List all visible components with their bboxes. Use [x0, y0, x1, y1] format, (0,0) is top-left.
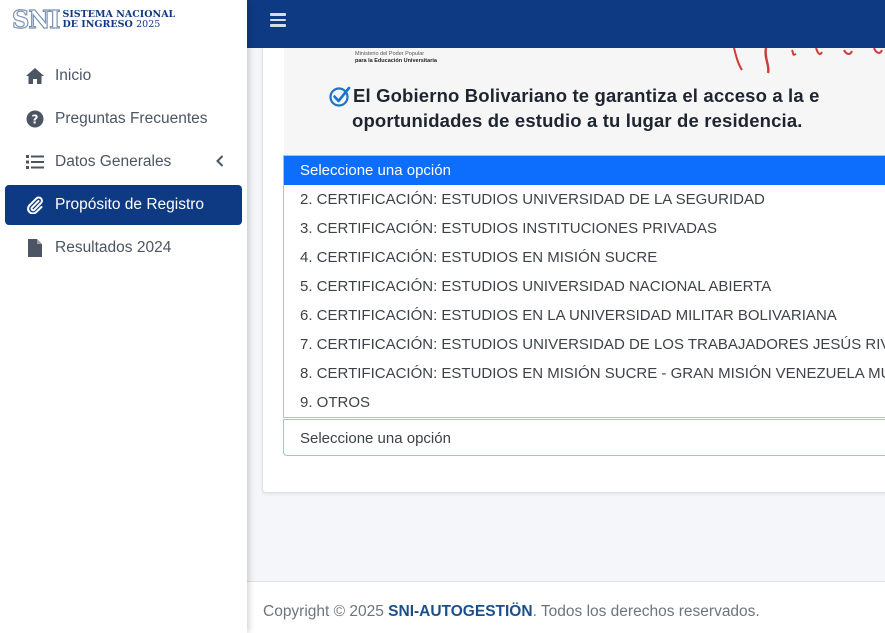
home-icon — [25, 66, 45, 86]
dropdown-option[interactable]: 2. CERTIFICACIÓN: ESTUDIOS UNIVERSIDAD D… — [284, 185, 885, 214]
chevron-left-icon — [216, 154, 224, 172]
top-navbar — [247, 0, 885, 48]
dropdown-option[interactable]: 8. CERTIFICACIÓN: ESTUDIOS EN MISIÓN SUC… — [284, 359, 885, 388]
banner-line1-text: El Gobierno Bolivariano te garantiza el … — [353, 85, 820, 106]
brand-title-line2: DE INGRESO — [62, 19, 133, 30]
sni-logo-text: SNI — [11, 5, 61, 34]
hamburger-menu-icon[interactable] — [270, 13, 286, 29]
footer-brand: SNI-AUTOGESTIÖN — [388, 603, 533, 620]
sidebar-item-label: Inicio — [55, 67, 92, 84]
sidebar-nav: Inicio ? Preguntas Frecuentes Datos Gene… — [0, 56, 247, 268]
footer-rights: . Todos los derechos reservados. — [532, 603, 760, 620]
sidebar-item-inicio[interactable]: Inicio — [5, 56, 242, 96]
banner-image: Ministerio del Poder Popular para la Edu… — [284, 48, 885, 156]
paperclip-icon — [25, 195, 45, 215]
brand-title: SISTEMA NACIONAL DE INGRESO 2025 — [63, 10, 176, 30]
sidebar-item-label: Propósito de Registro — [55, 196, 205, 213]
check-circle-icon — [329, 86, 351, 107]
brand-logo[interactable]: SNI SISTEMA NACIONAL DE INGRESO 2025 — [0, 0, 247, 40]
question-circle-icon: ? — [25, 109, 45, 129]
ministry-label: Ministerio del Poder Popular para la Edu… — [355, 51, 437, 64]
brand-year: 2025 — [136, 19, 161, 30]
sidebar-item-proposito-de-registro[interactable]: Propósito de Registro — [5, 185, 242, 225]
dropdown-option[interactable]: 7. CERTIFICACIÓN: ESTUDIOS UNIVERSIDAD D… — [284, 330, 885, 359]
banner-headline-line2: oportunidades de estudio a tu lugar de r… — [352, 110, 803, 131]
dropdown-option[interactable]: 9. OTROS — [284, 388, 885, 417]
sidebar-item-datos-generales[interactable]: Datos Generales — [5, 142, 242, 182]
ministry-line2: para la Educación Universitaria — [355, 57, 437, 64]
dropdown-option[interactable]: 5. CERTIFICACIÓN: ESTUDIOS UNIVERSIDAD N… — [284, 272, 885, 301]
sidebar-item-label: Datos Generales — [55, 153, 172, 170]
list-icon — [25, 152, 45, 172]
sidebar: SNI SISTEMA NACIONAL DE INGRESO 2025 Ini… — [0, 0, 247, 633]
dropdown-option[interactable]: 6. CERTIFICACIÓN: ESTUDIOS EN LA UNIVERS… — [284, 301, 885, 330]
proposito-dropdown-list[interactable]: Seleccione una opción 2. CERTIFICACIÓN: E… — [283, 155, 885, 418]
banner-headline-line1: El Gobierno Bolivariano te garantiza el … — [329, 85, 820, 107]
svg-text:?: ? — [32, 113, 39, 127]
sidebar-item-label: Resultados 2024 — [55, 239, 172, 256]
dropdown-option[interactable]: 3. CERTIFICACIÓN: ESTUDIOS INSTITUCIONES… — [284, 214, 885, 243]
sidebar-item-label: Preguntas Frecuentes — [55, 110, 208, 127]
dropdown-option[interactable]: Seleccione una opción — [284, 156, 885, 185]
proposito-select[interactable]: Seleccione una opción — [283, 419, 885, 456]
footer: Copyright © 2025 SNI-AUTOGESTIÖN. Todos … — [247, 581, 885, 633]
sidebar-item-resultados-2024[interactable]: Resultados 2024 — [5, 228, 242, 268]
dropdown-option[interactable]: 4. CERTIFICACIÓN: ESTUDIOS EN MISIÓN SUC… — [284, 243, 885, 272]
footer-copyright: Copyright © 2025 — [263, 603, 389, 620]
sidebar-item-preguntas-frecuentes[interactable]: ? Preguntas Frecuentes — [5, 99, 242, 139]
file-icon — [25, 238, 45, 258]
decorative-squiggle — [733, 48, 883, 74]
